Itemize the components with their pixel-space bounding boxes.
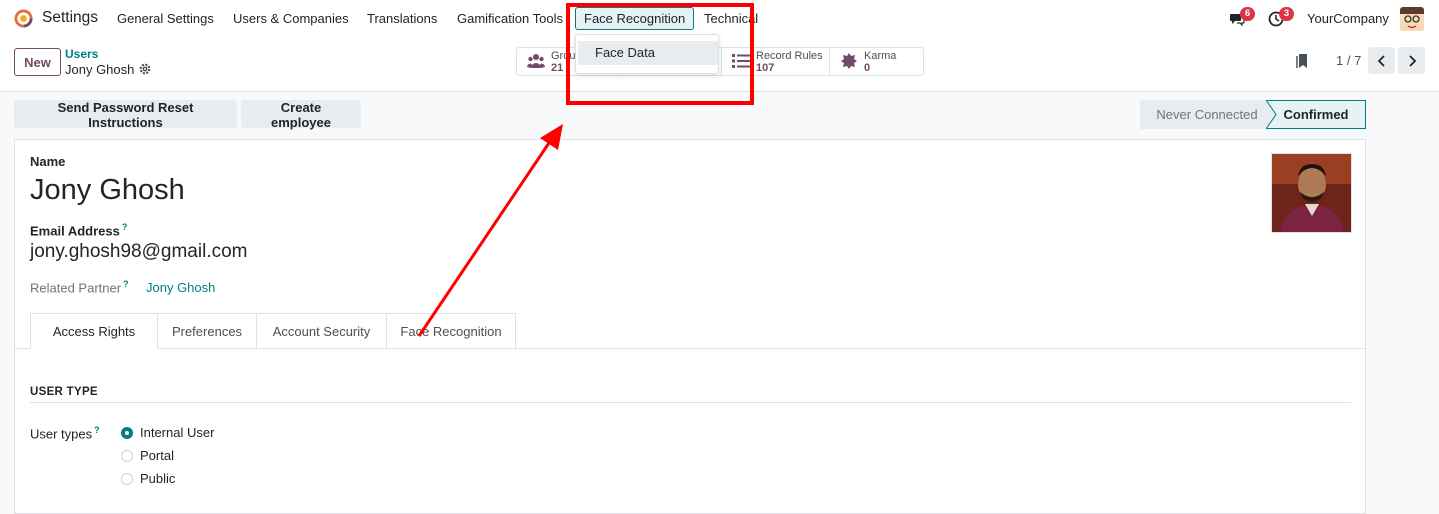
users-icon bbox=[527, 54, 545, 68]
user-avatar[interactable] bbox=[1400, 7, 1424, 31]
related-partner-link[interactable]: Jony Ghosh bbox=[146, 280, 215, 295]
odoo-logo-icon[interactable] bbox=[14, 9, 33, 28]
user-photo-image bbox=[1272, 154, 1351, 232]
pager-next-button[interactable] bbox=[1398, 47, 1425, 74]
gear-icon[interactable] bbox=[139, 63, 151, 75]
help-tooltip-icon[interactable]: ? bbox=[122, 222, 128, 232]
breadcrumb-current: Jony Ghosh bbox=[65, 62, 135, 77]
chevron-left-icon bbox=[1377, 54, 1385, 67]
tab-face-recognition[interactable]: Face Recognition bbox=[386, 313, 516, 349]
control-panel: New Users Jony Ghosh Grou 21 Record Rule… bbox=[0, 37, 1439, 92]
status-chevron-icon bbox=[1266, 100, 1277, 129]
record-rules-count: 107 bbox=[756, 62, 775, 74]
face-recognition-dropdown: Face Data bbox=[575, 34, 719, 74]
pager-previous-button[interactable] bbox=[1368, 47, 1395, 74]
dropdown-item-face-data[interactable]: Face Data bbox=[578, 41, 718, 65]
activities-count-badge: 3 bbox=[1279, 7, 1294, 21]
user-types-label: User types? bbox=[30, 425, 100, 441]
status-never-connected[interactable]: Never Connected bbox=[1140, 100, 1274, 129]
email-label: Email Address? bbox=[30, 222, 127, 238]
menu-gamification-tools[interactable]: Gamification Tools bbox=[457, 11, 563, 26]
related-partner-label-text: Related Partner bbox=[30, 280, 122, 296]
record-rules-label: Record Rules bbox=[756, 50, 823, 62]
messages-count-badge: 6 bbox=[1240, 7, 1255, 21]
status-confirmed[interactable]: Confirmed bbox=[1267, 100, 1366, 129]
avatar-face-icon bbox=[1400, 7, 1424, 31]
radio-internal-user[interactable] bbox=[121, 427, 133, 439]
user-types-label-text: User types bbox=[30, 426, 93, 442]
tab-account-security[interactable]: Account Security bbox=[256, 313, 387, 349]
breadcrumb-users[interactable]: Users bbox=[65, 47, 98, 61]
badge-icon bbox=[841, 53, 857, 69]
radio-portal[interactable] bbox=[121, 450, 133, 462]
tab-preferences[interactable]: Preferences bbox=[157, 313, 257, 349]
company-switcher[interactable]: YourCompany bbox=[1307, 11, 1389, 26]
karma-value: 0 bbox=[864, 62, 871, 74]
menu-technical[interactable]: Technical bbox=[704, 11, 758, 26]
section-title-user-type: USER TYPE bbox=[30, 386, 98, 398]
app-name[interactable]: Settings bbox=[42, 9, 98, 27]
radio-public[interactable] bbox=[121, 473, 133, 485]
email-label-text: Email Address bbox=[30, 223, 120, 239]
groups-label: Grou bbox=[551, 50, 576, 62]
chevron-right-icon bbox=[1408, 54, 1416, 67]
help-tooltip-icon[interactable]: ? bbox=[123, 279, 129, 289]
menu-translations[interactable]: Translations bbox=[367, 11, 437, 26]
send-password-reset-button[interactable]: Send Password Reset Instructions bbox=[14, 100, 237, 130]
create-employee-button[interactable]: Create employee bbox=[241, 100, 361, 130]
user-photo[interactable] bbox=[1271, 153, 1352, 233]
karma-label: Karma bbox=[864, 50, 897, 62]
tab-access-rights[interactable]: Access Rights bbox=[30, 313, 158, 349]
new-button[interactable]: New bbox=[14, 48, 61, 76]
statusbar: Never Connected Confirmed bbox=[1140, 100, 1366, 129]
karma-smart-button[interactable]: Karma 0 bbox=[830, 48, 923, 75]
menu-general-settings[interactable]: General Settings bbox=[117, 11, 214, 26]
menu-users-companies[interactable]: Users & Companies bbox=[233, 11, 349, 26]
bookmark-icon[interactable] bbox=[1296, 53, 1310, 69]
radio-label-public[interactable]: Public bbox=[140, 471, 175, 486]
pager-value[interactable]: 1 / 7 bbox=[1336, 53, 1361, 68]
radio-label-portal[interactable]: Portal bbox=[140, 448, 174, 463]
list-icon bbox=[732, 54, 750, 68]
radio-label-internal-user[interactable]: Internal User bbox=[140, 425, 214, 440]
menu-face-recognition[interactable]: Face Recognition bbox=[575, 7, 695, 30]
email-field[interactable]: jony.ghosh98@gmail.com bbox=[30, 241, 248, 263]
record-rules-smart-button[interactable]: Record Rules 107 bbox=[722, 48, 830, 75]
help-tooltip-icon[interactable]: ? bbox=[94, 425, 100, 435]
top-navbar: Settings General Settings Users & Compan… bbox=[0, 0, 1439, 37]
name-field[interactable]: Jony Ghosh bbox=[30, 174, 185, 207]
name-label: Name bbox=[30, 154, 66, 169]
groups-count: 21 bbox=[551, 62, 564, 74]
section-divider bbox=[30, 402, 1351, 403]
notebook-tabs: Access Rights Preferences Account Securi… bbox=[15, 313, 1365, 349]
related-partner-label: Related Partner? bbox=[30, 279, 129, 295]
form-sheet: Name Jony Ghosh Email Address? jony.ghos… bbox=[14, 139, 1366, 514]
